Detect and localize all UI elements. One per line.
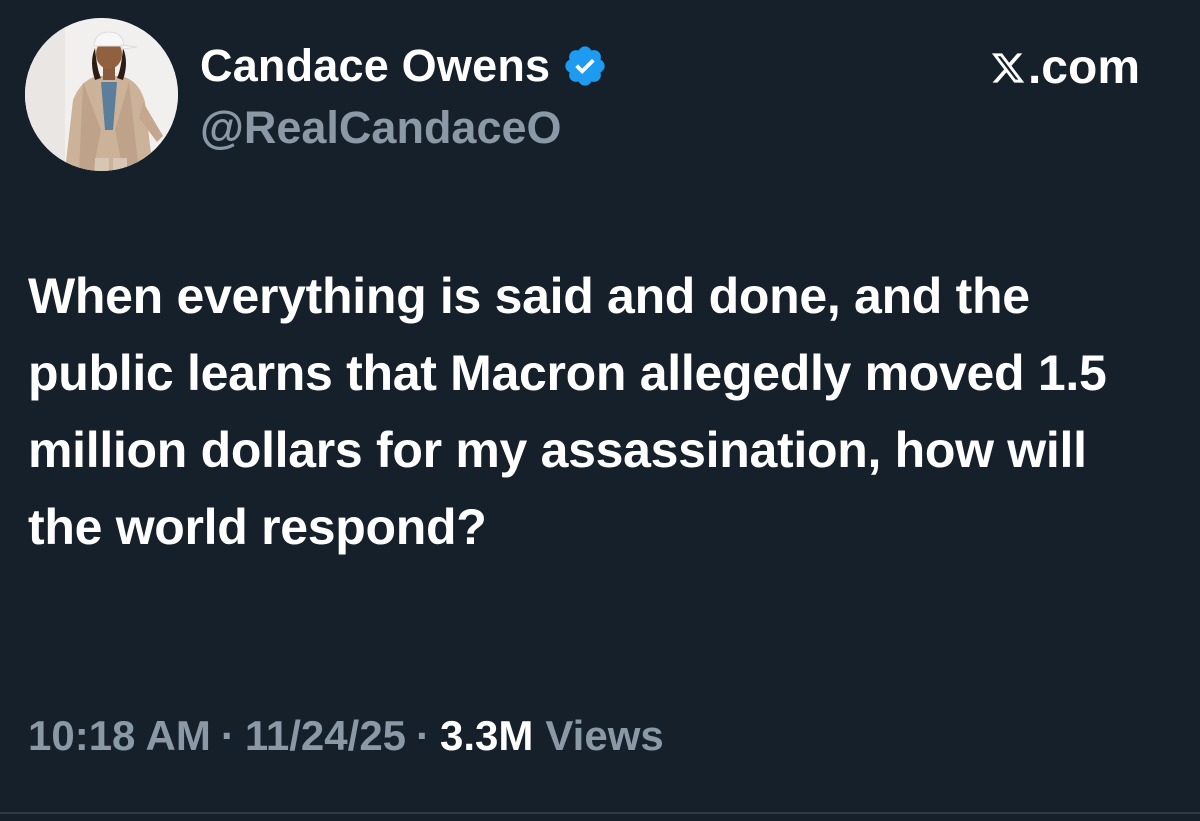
- tweet-card: Candace Owens @RealCandaceO .com When ev…: [0, 0, 1200, 821]
- tweet-time[interactable]: 10:18 AM: [28, 712, 211, 760]
- tweet-text: When everything is said and done, and th…: [28, 268, 1107, 555]
- author-display-name[interactable]: Candace Owens: [200, 40, 550, 92]
- author-name-row: Candace Owens: [200, 38, 608, 94]
- views-count: 3.3M: [440, 712, 534, 759]
- profile-avatar[interactable]: [25, 18, 178, 171]
- x-logo-icon: [991, 52, 1025, 83]
- brand-domain-label: .com: [1027, 41, 1140, 94]
- meta-separator: ·: [220, 712, 235, 759]
- author-handle[interactable]: @RealCandaceO: [200, 102, 562, 154]
- views-label[interactable]: Views: [545, 712, 663, 760]
- verified-badge-icon: [562, 43, 608, 89]
- meta-separator: ·: [416, 712, 431, 759]
- tweet-date[interactable]: 11/24/25: [245, 712, 406, 760]
- avatar-image: [25, 18, 178, 171]
- brand-watermark: .com: [990, 40, 1140, 95]
- divider: [0, 812, 1200, 814]
- tweet-meta: 10:18 AM · 11/24/25 · 3.3M Views: [28, 712, 664, 760]
